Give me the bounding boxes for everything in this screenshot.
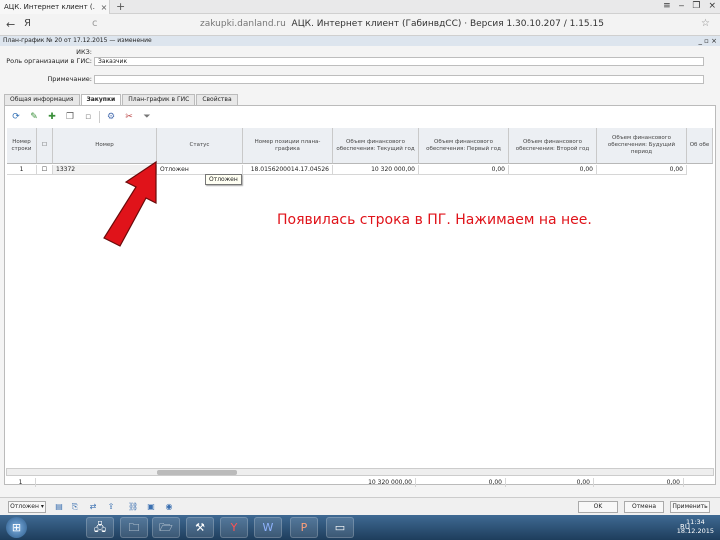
delete-icon[interactable]: ▫: [81, 110, 95, 124]
copy-icon[interactable]: ❐: [63, 110, 77, 124]
reload-icon[interactable]: c: [92, 18, 98, 29]
browser-tab-bar: АЦК. Интернет клиент (… × + ≡ ‒ ❐ ×: [0, 0, 720, 14]
row-year2-cell[interactable]: 0,00: [509, 165, 597, 175]
clock-date: 18.12.2015: [676, 527, 714, 535]
col-header-year1[interactable]: Объем финансового обеспечения: Первый го…: [419, 128, 509, 164]
col-header-year2[interactable]: Объем финансового обеспечения: Второй го…: [509, 128, 597, 164]
col-header-row-num[interactable]: Номер строки: [7, 128, 37, 164]
window-title-text: План-график № 20 от 17.12.2015 — изменен…: [3, 37, 152, 44]
taskbar-explorer-icon[interactable]: 🗀: [120, 517, 148, 538]
toolbar-divider: [99, 111, 100, 123]
export-icon[interactable]: ⇪: [106, 502, 116, 512]
row-position-cell[interactable]: 18.0156200014.17.04526: [243, 165, 333, 175]
back-icon[interactable]: ←: [6, 18, 15, 31]
url-host: zakupki.danland.ru: [200, 19, 286, 29]
totals-count: 1: [6, 478, 36, 487]
globe-icon[interactable]: ◉: [164, 502, 174, 512]
row-cur-year-cell[interactable]: 10 320 000,00: [333, 165, 419, 175]
tab-plan-gis[interactable]: План-график в ГИС: [122, 94, 196, 105]
url-field[interactable]: zakupki.danland.ru АЦК. Интернет клиент …: [200, 19, 604, 29]
col-header-checkbox[interactable]: ☐: [37, 128, 53, 164]
red-arrow-icon: [103, 160, 157, 247]
docs-icon[interactable]: ▣: [146, 502, 156, 512]
browser-tab[interactable]: АЦК. Интернет клиент (… ×: [0, 0, 110, 14]
form-row-note: Примечание:: [0, 74, 92, 84]
edit-icon[interactable]: ✎: [27, 110, 41, 124]
windows-taskbar: ⊞ 🖧 🗀 🗁 ⚒ Y W P ▭ RU 11:34 18.12.2015: [0, 515, 720, 540]
link-icon[interactable]: ⛓: [128, 502, 138, 512]
bottom-action-bar: Отложен ▾ ▤ ⎘ ⇄ ⇪ ⛓ ▣ ◉ OK Отмена Примен…: [0, 497, 720, 515]
minimize-icon[interactable]: ‒: [679, 1, 685, 11]
row-year1-cell[interactable]: 0,00: [419, 165, 509, 175]
browser-tab-title: АЦК. Интернет клиент (…: [4, 3, 95, 11]
tab-general-info[interactable]: Общая информация: [4, 94, 80, 105]
new-tab-button[interactable]: +: [116, 0, 125, 13]
settings-icon[interactable]: ⚙: [104, 110, 118, 124]
browser-logo-icon[interactable]: Я: [24, 18, 31, 29]
url-page-title: АЦК. Интернет клиент (ГабинвдСС) · Верси…: [291, 19, 604, 29]
bookmark-star-icon[interactable]: ☆: [701, 18, 710, 29]
horizontal-scrollbar[interactable]: [6, 468, 714, 476]
tab-close-icon[interactable]: ×: [99, 3, 109, 12]
note-field[interactable]: [94, 75, 704, 84]
menu-icon[interactable]: ≡: [663, 1, 671, 11]
col-header-position[interactable]: Номер позиции плана-графика: [243, 128, 333, 164]
row-future-cell[interactable]: 0,00: [597, 165, 687, 175]
role-field[interactable]: Заказчик: [94, 57, 704, 66]
apply-button[interactable]: Применить: [670, 501, 710, 513]
print-icon[interactable]: ▤: [54, 502, 64, 512]
scrollbar-thumb[interactable]: [157, 470, 237, 475]
form-row-role: Роль организации в ГИС:: [0, 56, 92, 66]
tray-clock[interactable]: 11:34 18.12.2015: [677, 518, 714, 536]
attach-icon[interactable]: ⎘: [70, 502, 80, 512]
taskbar-app-1[interactable]: 🖧: [86, 517, 114, 538]
tab-properties[interactable]: Свойства: [196, 94, 238, 105]
taskbar-tool-icon[interactable]: ⚒: [186, 517, 214, 538]
taskbar-folder-icon[interactable]: 🗁: [152, 517, 180, 538]
totals-future: 0,00: [594, 478, 684, 487]
row-num-cell[interactable]: 1: [7, 165, 37, 175]
sync-icon[interactable]: ⇄: [88, 502, 98, 512]
status-select[interactable]: Отложен ▾: [8, 501, 46, 513]
form-label-3: Примечание:: [47, 75, 92, 83]
filter-icon[interactable]: ⏷: [140, 110, 154, 124]
address-bar: ← Я c zakupki.danland.ru АЦК. Интернет к…: [0, 14, 720, 36]
status-tooltip: Отложен: [205, 174, 242, 185]
app-window: План-график № 20 от 17.12.2015 — изменен…: [0, 36, 720, 520]
clock-time: 11:34: [686, 518, 705, 526]
col-header-future[interactable]: Объем финансового обеспечения: Будущий п…: [597, 128, 687, 164]
totals-year2: 0,00: [506, 478, 594, 487]
taskbar-word-icon[interactable]: W: [254, 517, 282, 538]
annotation-text: Появилась строка в ПГ. Нажимаем на нее.: [277, 212, 592, 228]
totals-year1: 0,00: [416, 478, 506, 487]
window-title: План-график № 20 от 17.12.2015 — изменен…: [0, 36, 720, 46]
col-header-cur-year[interactable]: Объем финансового обеспечения: Текущий г…: [333, 128, 419, 164]
ok-button[interactable]: OK: [578, 501, 618, 513]
inner-window-controls[interactable]: _ ▫ ×: [698, 36, 717, 46]
totals-cur-year: 10 320 000,00: [330, 478, 416, 487]
row-checkbox[interactable]: ☐: [37, 165, 53, 175]
start-button[interactable]: ⊞: [6, 517, 27, 538]
add-icon[interactable]: ✚: [45, 110, 59, 124]
window-controls: ≡ ‒ ❐ ×: [663, 1, 716, 11]
tab-purchases[interactable]: Закупки: [80, 94, 122, 105]
tools-icon[interactable]: ✂: [122, 110, 136, 124]
cancel-button[interactable]: Отмена: [624, 501, 664, 513]
taskbar-yandex-icon[interactable]: Y: [220, 517, 248, 538]
maximize-icon[interactable]: ❐: [692, 1, 700, 11]
refresh-icon[interactable]: ⟳: [9, 110, 23, 124]
close-window-icon[interactable]: ×: [708, 1, 716, 11]
col-header-extra[interactable]: Об обе: [687, 128, 713, 164]
form-label-2: Роль организации в ГИС:: [6, 57, 92, 65]
grid-toolbar: ⟳ ✎ ✚ ❐ ▫ ⚙ ✂ ⏷: [9, 109, 154, 125]
taskbar-powerpoint-icon[interactable]: P: [290, 517, 318, 538]
status-select-label: Отложен: [10, 503, 39, 510]
doc-tabs: Общая информация Закупки План-график в Г…: [4, 94, 238, 105]
taskbar-app-8[interactable]: ▭: [326, 517, 354, 538]
